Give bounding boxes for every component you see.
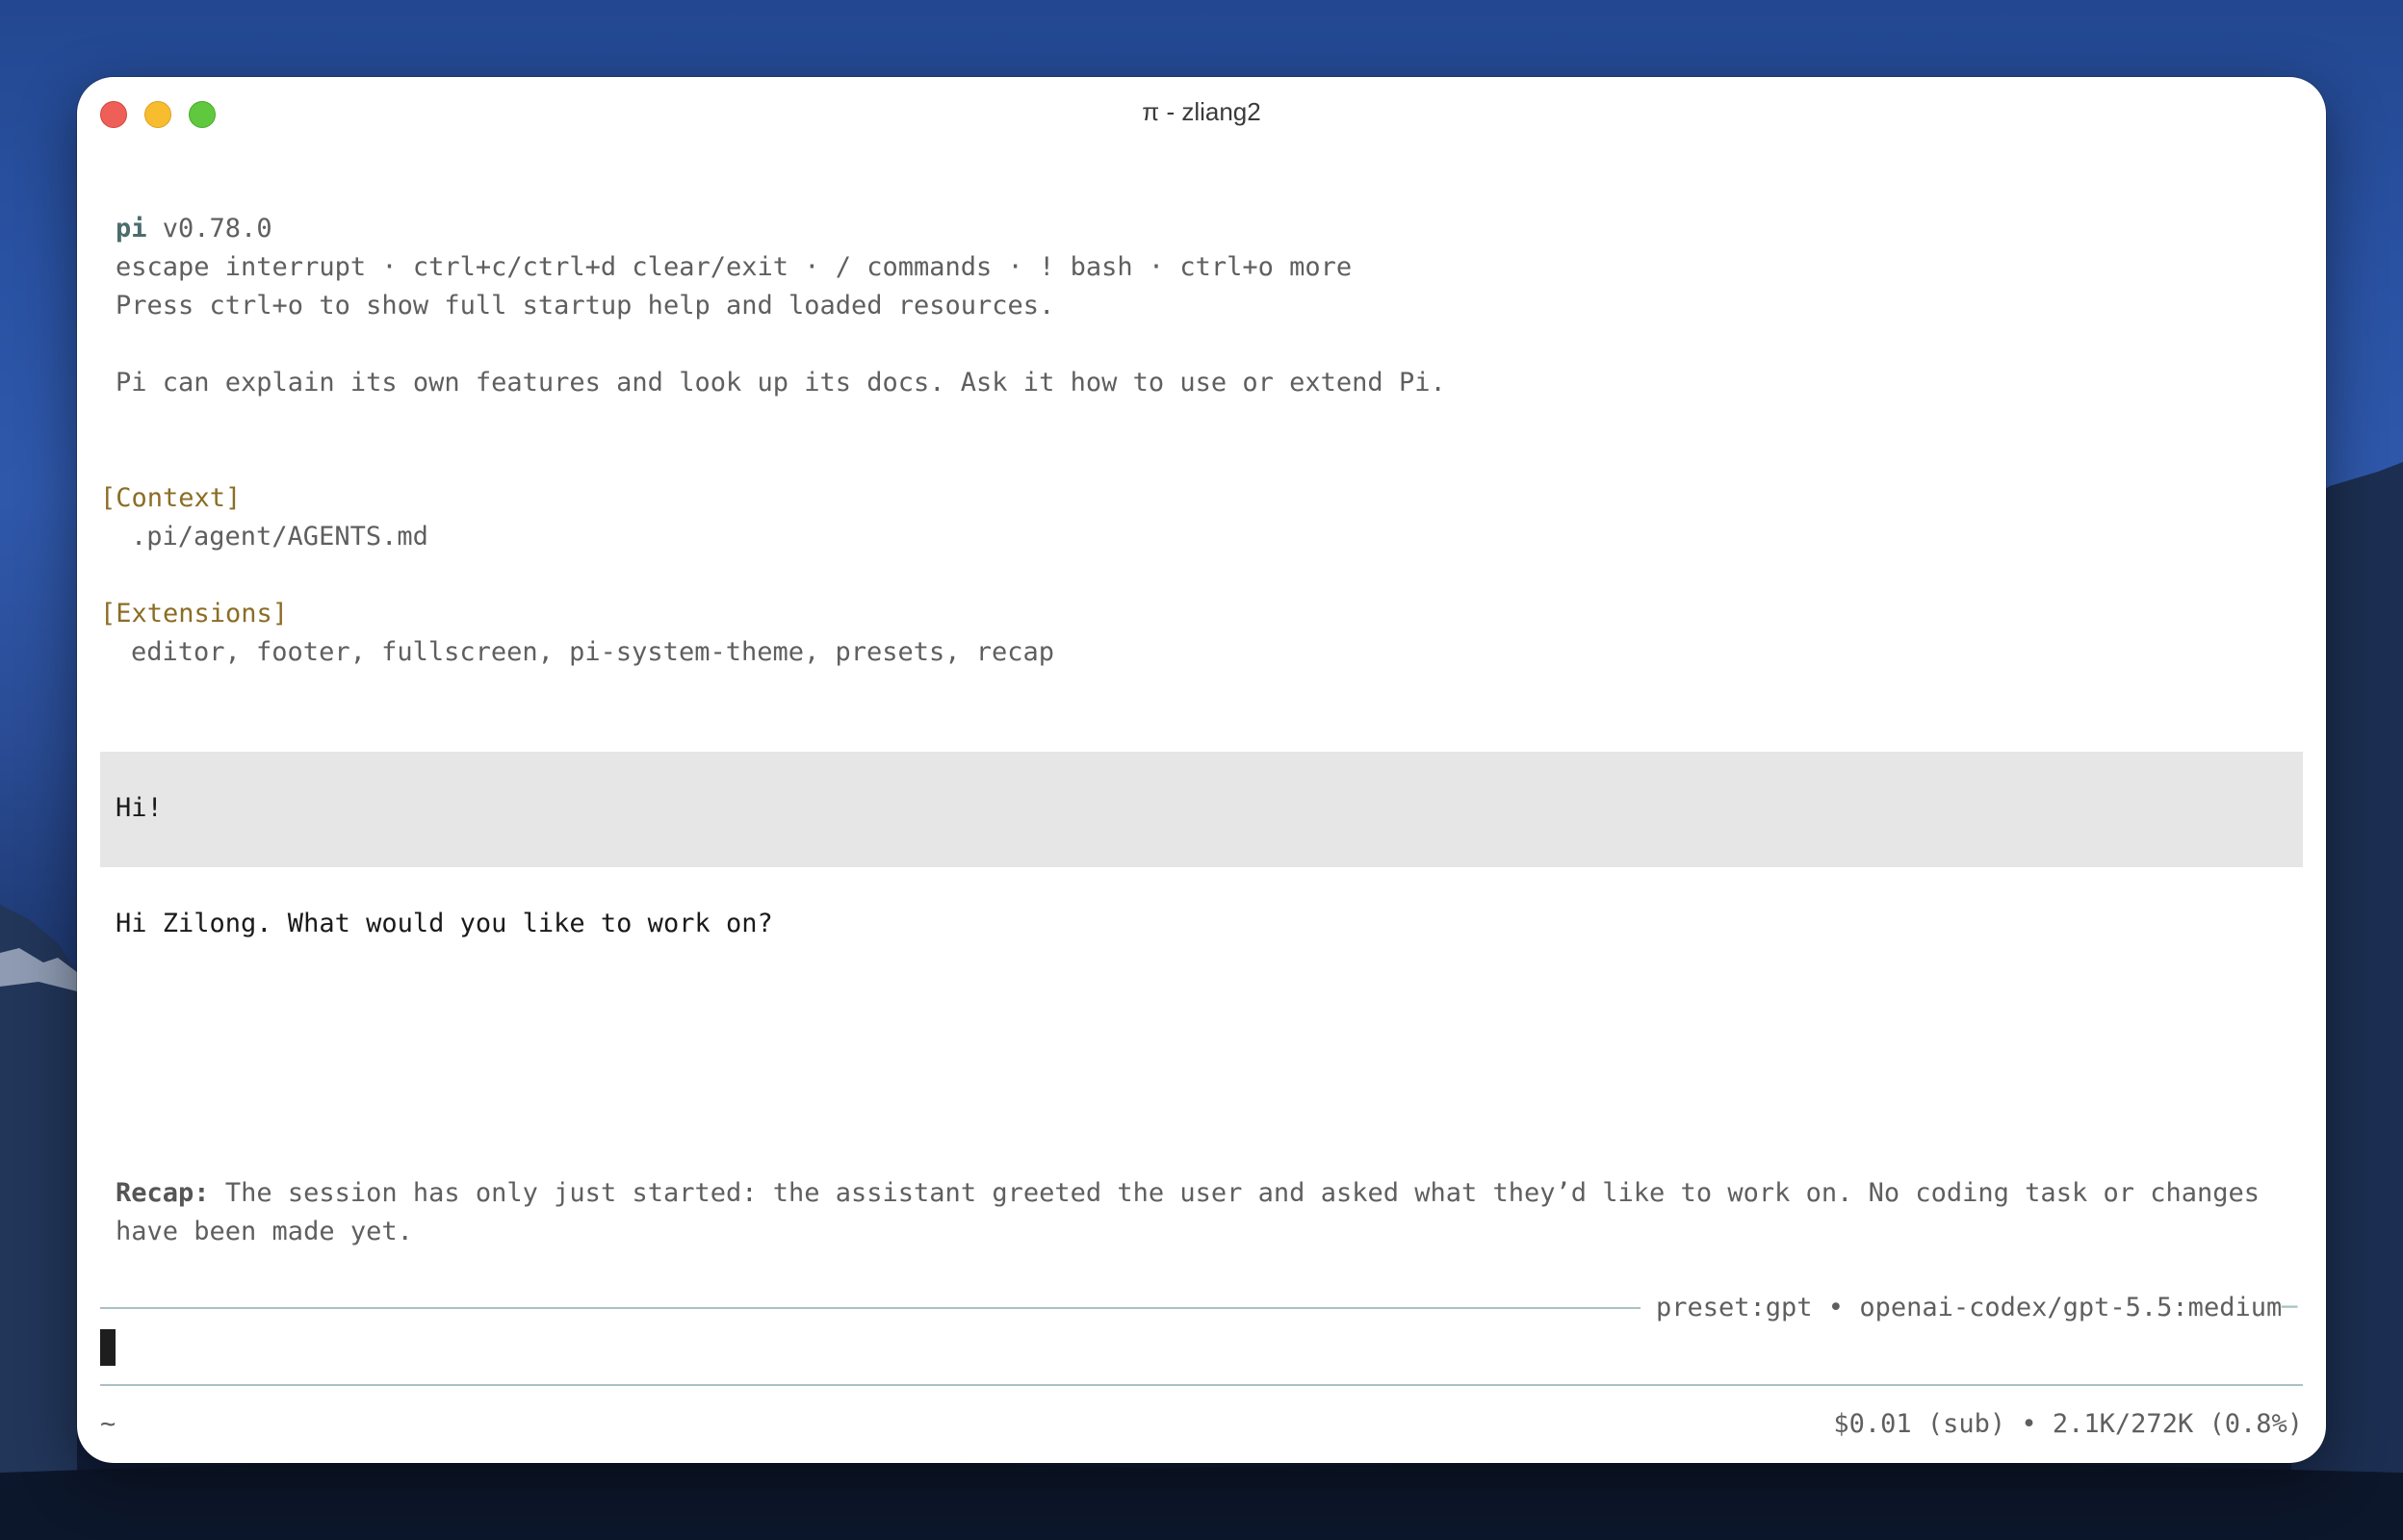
input-cursor[interactable] bbox=[100, 1329, 116, 1366]
cwd-indicator: ~ bbox=[100, 1409, 116, 1439]
recap-text-1: The session has only just started: the a… bbox=[224, 1178, 2261, 1208]
window-title: π - zliang2 bbox=[1142, 97, 1261, 126]
user-message-block bbox=[100, 752, 2303, 867]
recap-line-2: have been made yet. bbox=[116, 1217, 413, 1246]
usage-status: $0.01 (sub) • 2.1K/272K (0.8%) bbox=[1833, 1409, 2303, 1439]
app-version: v0.78.0 bbox=[162, 214, 272, 244]
context-heading: [Context] bbox=[100, 483, 242, 513]
version-line: pi v0.78.0 bbox=[116, 210, 272, 248]
help-hint: Press ctrl+o to show full startup help a… bbox=[116, 291, 1055, 321]
context-file: .pi/agent/AGENTS.md bbox=[131, 522, 428, 552]
model-status: preset:gpt • openai-codex/gpt-5.5:medium bbox=[1656, 1293, 2283, 1322]
rule-tail: ─ bbox=[2282, 1293, 2298, 1322]
assistant-message: Hi Zilong. What would you like to work o… bbox=[116, 909, 773, 938]
intro-text: Pi can explain its own features and look… bbox=[116, 368, 1446, 398]
editor-bottom-rule bbox=[100, 1384, 2303, 1386]
user-message: Hi! bbox=[116, 793, 163, 823]
extensions-heading: [Extensions] bbox=[100, 599, 289, 629]
terminal-window: π - zliang2 pi v0.78.0 escape interrupt … bbox=[77, 77, 2326, 1463]
shortcuts-line: escape interrupt · ctrl+c/ctrl+d clear/e… bbox=[116, 252, 1353, 282]
title-bar: π - zliang2 bbox=[77, 77, 2326, 156]
recap-line-1: Recap: The session has only just started… bbox=[116, 1174, 2260, 1213]
extensions-list: editor, footer, fullscreen, pi-system-th… bbox=[131, 637, 1055, 667]
app-name: pi bbox=[116, 214, 147, 244]
editor-top-rule bbox=[100, 1307, 1641, 1309]
recap-label: Recap: bbox=[116, 1178, 210, 1208]
